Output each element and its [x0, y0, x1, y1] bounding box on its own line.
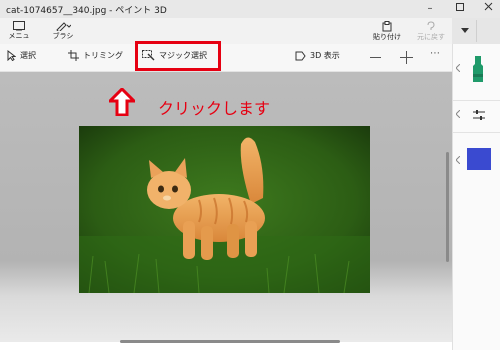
chevron-left-icon[interactable] — [456, 110, 460, 118]
chevron-left-icon[interactable] — [456, 156, 460, 164]
paste-button[interactable]: 貼り付け — [372, 21, 402, 42]
close-icon — [484, 2, 492, 11]
brush-icon — [56, 22, 71, 31]
up-arrow-icon — [109, 88, 135, 116]
crop-icon — [68, 50, 79, 61]
close-button[interactable] — [474, 0, 500, 18]
marker-icon[interactable] — [471, 56, 485, 84]
menu-icon — [13, 21, 25, 31]
paste-icon — [382, 21, 392, 32]
brush-button[interactable]: ブラシ — [50, 21, 76, 41]
minimize-button[interactable]: – — [416, 0, 444, 18]
vertical-scrollbar[interactable] — [446, 152, 449, 262]
view-3d-label: 3D 表示 — [310, 51, 340, 60]
undo-button[interactable]: 元に戻す — [414, 21, 448, 42]
cat-image — [79, 126, 370, 293]
undo-label: 元に戻す — [417, 33, 445, 41]
crop-tool[interactable]: トリミング — [68, 50, 123, 61]
view-3d-tool[interactable]: 3D 表示 — [295, 50, 340, 61]
ribbon-divider — [476, 20, 477, 42]
more-options-icon[interactable]: ⋯ — [430, 48, 440, 59]
title-bar: cat-1074657__340.jpg - ペイント 3D – — [0, 0, 500, 18]
annotation-text: クリックします — [158, 99, 271, 118]
brush-label: ブラシ — [52, 32, 74, 40]
crop-label: トリミング — [83, 51, 123, 60]
chevron-down-icon — [461, 28, 469, 33]
highlight-box — [135, 41, 221, 71]
undo-icon — [427, 21, 435, 30]
chevron-left-icon[interactable] — [456, 64, 460, 72]
ribbon-expand[interactable] — [452, 18, 500, 44]
color-swatch[interactable] — [467, 148, 491, 170]
horizontal-scrollbar[interactable] — [120, 340, 340, 343]
right-panel — [452, 44, 500, 350]
select-tool[interactable]: 選択 — [7, 50, 36, 61]
zoom-in-icon[interactable] — [400, 51, 413, 64]
zoom-out-icon[interactable] — [370, 57, 381, 58]
adjust-icon[interactable] — [473, 106, 485, 120]
panel-divider — [453, 100, 500, 101]
panel-divider — [453, 132, 500, 133]
select-label: 選択 — [20, 51, 36, 60]
toolbar: 選択 トリミング マジック選択 3D 表示 ⋯ — [0, 44, 452, 72]
cursor-icon — [7, 50, 16, 61]
ribbon: メニュー ブラシ 貼り付け 元に戻す — [0, 18, 500, 50]
maximize-button[interactable] — [446, 0, 474, 18]
paste-label: 貼り付け — [373, 33, 401, 41]
3d-view-icon — [295, 51, 306, 60]
maximize-icon — [456, 3, 464, 11]
cat-photo — [79, 126, 370, 293]
window-title: cat-1074657__340.jpg - ペイント 3D — [6, 6, 167, 16]
